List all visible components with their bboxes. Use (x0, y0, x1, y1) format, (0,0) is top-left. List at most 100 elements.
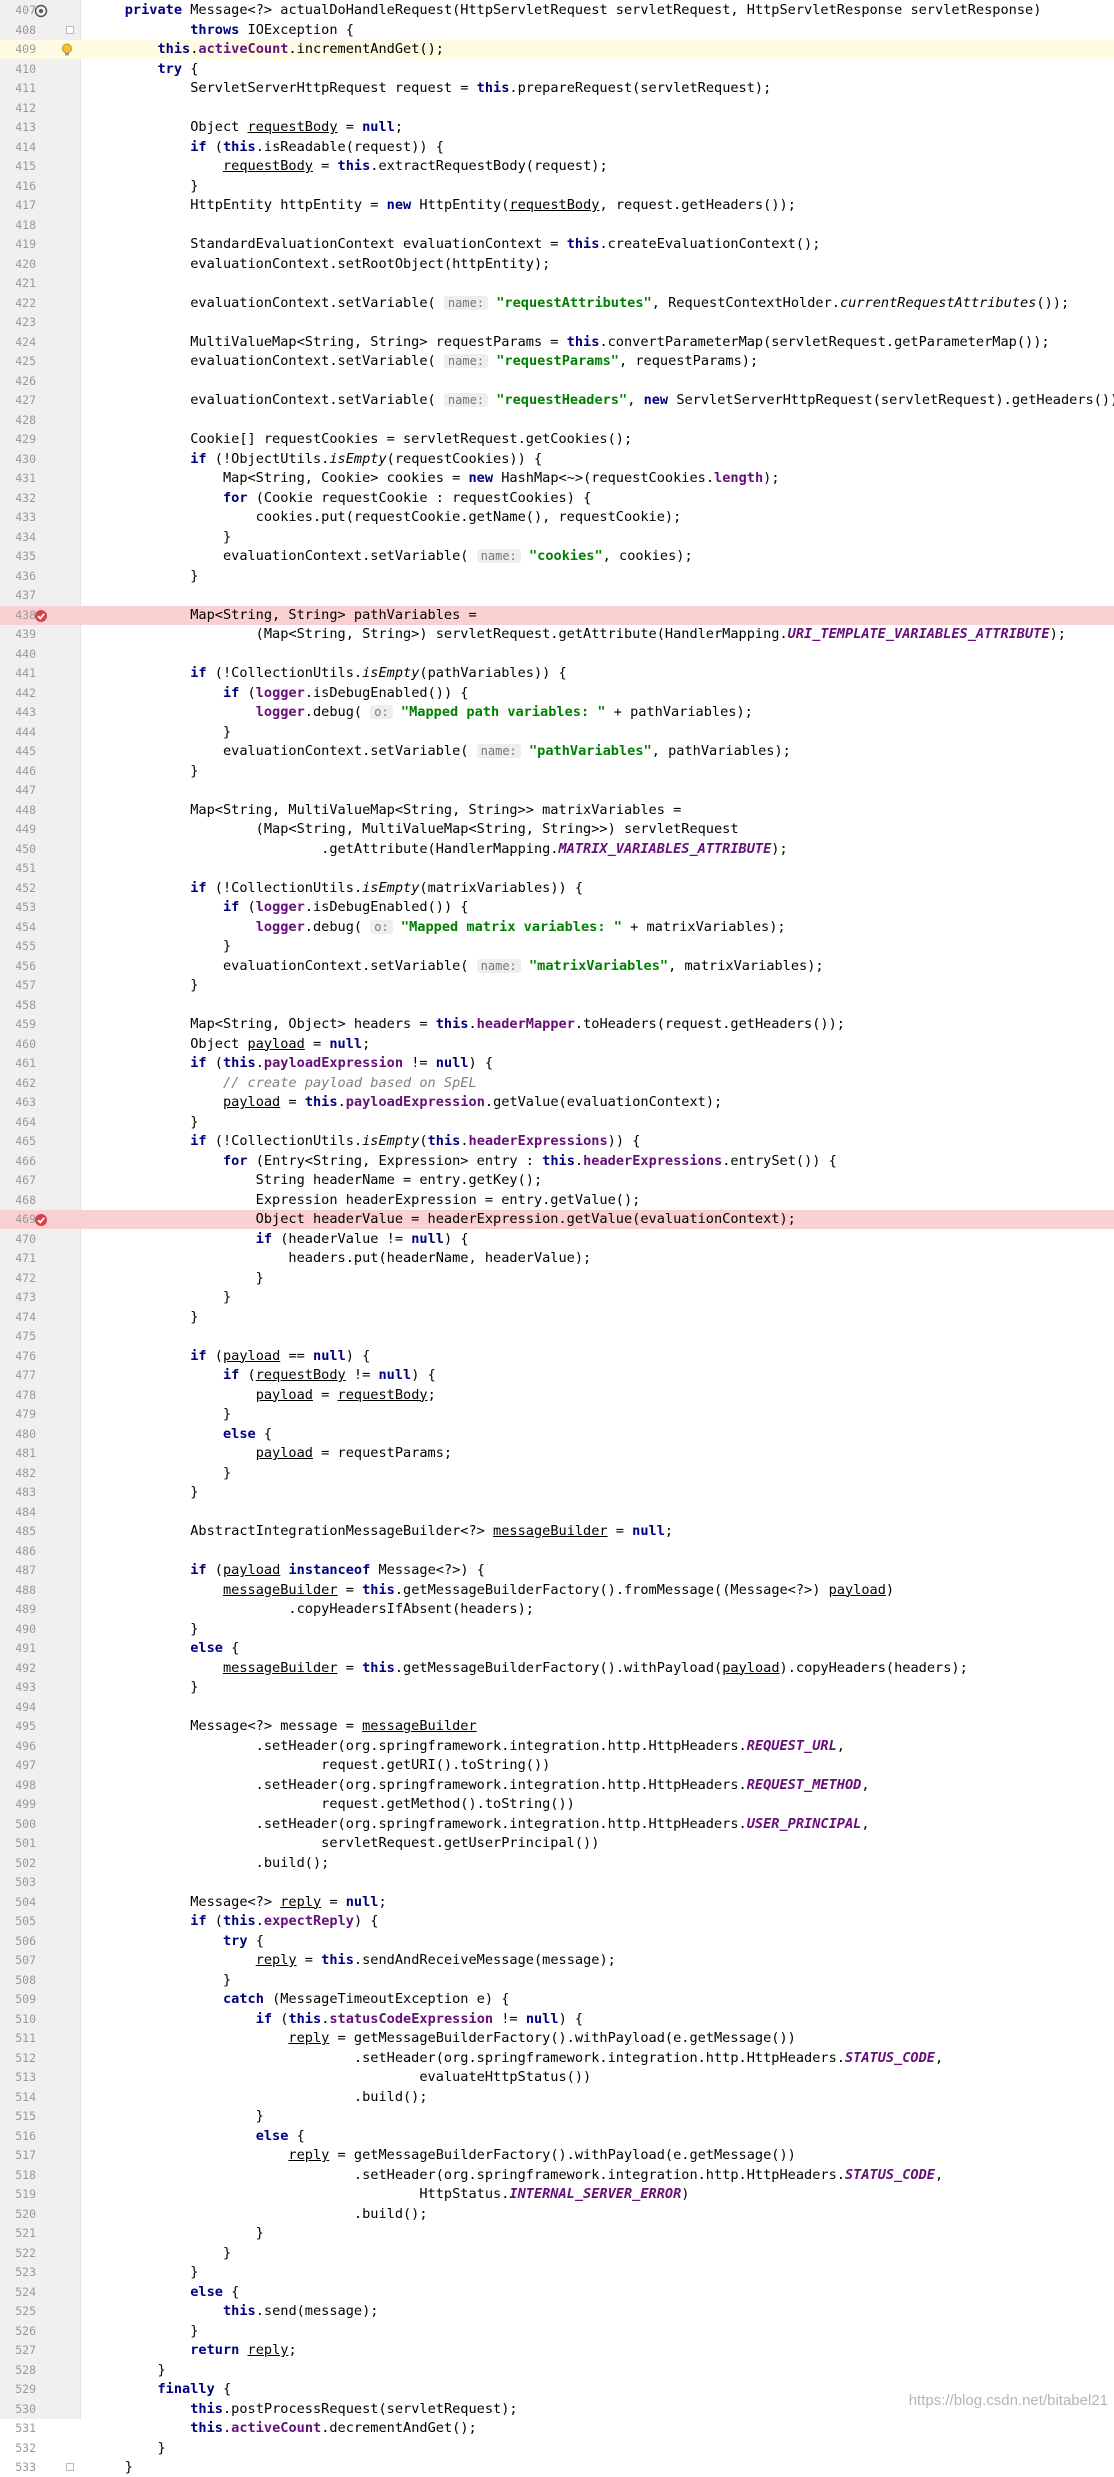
code-text[interactable]: Map<String, Cookie> cookies = new HashMa… (92, 469, 780, 488)
gutter-marker[interactable] (40, 1308, 78, 1327)
code-text[interactable]: try { (92, 1932, 264, 1951)
code-text[interactable]: .setHeader(org.springframework.integrati… (92, 1776, 870, 1795)
gutter-marker[interactable] (40, 255, 78, 274)
code-text[interactable]: evaluateHttpStatus()) (92, 2068, 591, 2087)
gutter-marker[interactable] (40, 1522, 78, 1541)
code-line[interactable]: 511 reply = getMessageBuilderFactory().w… (0, 2029, 1114, 2048)
gutter-marker[interactable] (40, 1288, 78, 1307)
intention-bulb-icon[interactable] (60, 43, 74, 57)
gutter-marker[interactable] (40, 60, 78, 79)
code-text[interactable]: Map<String, Object> headers = this.heade… (92, 1015, 845, 1034)
code-text[interactable]: } (92, 1288, 231, 1307)
code-line[interactable]: 415 requestBody = this.extractRequestBod… (0, 157, 1114, 176)
code-line[interactable]: 483 } (0, 1483, 1114, 1502)
gutter-marker[interactable] (40, 2283, 78, 2302)
gutter-marker[interactable] (40, 723, 78, 742)
code-text[interactable]: Message<?> message = messageBuilder (92, 1717, 476, 1736)
gutter-marker[interactable] (40, 703, 78, 722)
code-text[interactable]: if (!CollectionUtils.isEmpty(matrixVaria… (92, 879, 583, 898)
code-text[interactable]: servletRequest.getUserPrincipal()) (92, 1834, 599, 1853)
gutter-marker[interactable] (40, 1035, 78, 1054)
code-line[interactable]: 515 } (0, 2107, 1114, 2126)
code-text[interactable]: logger.debug( o: "Mapped matrix variable… (92, 918, 786, 937)
gutter-marker[interactable] (40, 1678, 78, 1697)
code-text[interactable]: if (this.payloadExpression != null) { (92, 1054, 493, 1073)
code-text[interactable]: // create payload based on SpEL (92, 1074, 477, 1093)
gutter-marker[interactable] (40, 762, 78, 781)
code-line[interactable]: 500 .setHeader(org.springframework.integ… (0, 1815, 1114, 1834)
code-text[interactable]: payload = this.payloadExpression.getValu… (92, 1093, 722, 1112)
gutter-marker[interactable] (40, 1269, 78, 1288)
gutter-marker[interactable] (40, 391, 78, 410)
gutter-marker[interactable] (40, 99, 78, 118)
code-text[interactable]: evaluationContext.setVariable( name: "re… (92, 352, 758, 371)
gutter-marker[interactable] (40, 2380, 78, 2399)
code-text[interactable]: private Message<?> actualDoHandleRequest… (92, 1, 1042, 20)
gutter-marker[interactable] (40, 1230, 78, 1249)
code-line[interactable]: 470 if (headerValue != null) { (0, 1230, 1114, 1249)
gutter-marker[interactable] (40, 1717, 78, 1736)
code-line[interactable]: 491 else { (0, 1639, 1114, 1658)
code-text[interactable]: } (92, 1483, 198, 1502)
gutter-marker[interactable] (40, 1074, 78, 1093)
gutter-marker[interactable] (40, 528, 78, 547)
code-text[interactable]: Object headerValue = headerExpression.ge… (92, 1210, 796, 1229)
gutter-marker[interactable] (40, 2107, 78, 2126)
gutter-marker[interactable] (40, 1912, 78, 1931)
code-text[interactable]: } (92, 1405, 231, 1424)
code-text[interactable]: for (Entry<String, Expression> entry : t… (92, 1152, 837, 1171)
gutter-marker[interactable] (40, 2419, 78, 2438)
code-line[interactable]: 407 private Message<?> actualDoHandleReq… (0, 1, 1114, 20)
code-line[interactable]: 509 catch (MessageTimeoutException e) { (0, 1990, 1114, 2009)
code-text[interactable]: Expression headerExpression = entry.getV… (92, 1191, 641, 1210)
code-text[interactable]: } (92, 528, 231, 547)
code-line[interactable]: 421 (0, 274, 1114, 293)
code-text[interactable]: if (!CollectionUtils.isEmpty(pathVariabl… (92, 664, 567, 683)
code-line[interactable]: 442 if (logger.isDebugEnabled()) { (0, 684, 1114, 703)
gutter-marker[interactable] (40, 2010, 78, 2029)
gutter-marker[interactable] (40, 879, 78, 898)
gutter-marker[interactable] (34, 1, 78, 20)
code-line[interactable]: 486 (0, 1542, 1114, 1561)
code-line[interactable]: 461 if (this.payloadExpression != null) … (0, 1054, 1114, 1073)
gutter-marker[interactable] (40, 2322, 78, 2341)
code-line[interactable]: 408 throws IOException { (0, 21, 1114, 40)
code-text[interactable]: .setHeader(org.springframework.integrati… (92, 1737, 845, 1756)
code-line[interactable]: 460 Object payload = null; (0, 1035, 1114, 1054)
code-line[interactable]: 430 if (!ObjectUtils.isEmpty(requestCook… (0, 450, 1114, 469)
gutter-marker[interactable] (40, 274, 78, 293)
code-line[interactable]: 468 Expression headerExpression = entry.… (0, 1191, 1114, 1210)
code-line[interactable]: 444 } (0, 723, 1114, 742)
gutter-marker[interactable] (40, 352, 78, 371)
code-line[interactable]: 524 else { (0, 2283, 1114, 2302)
code-line[interactable]: 435 evaluationContext.setVariable( name:… (0, 547, 1114, 566)
code-line[interactable]: 424 MultiValueMap<String, String> reques… (0, 333, 1114, 352)
code-text[interactable]: if (headerValue != null) { (92, 1230, 469, 1249)
gutter-marker[interactable] (40, 1795, 78, 1814)
code-text[interactable]: if (!ObjectUtils.isEmpty(requestCookies)… (92, 450, 542, 469)
code-line[interactable]: 450 .getAttribute(HandlerMapping.MATRIX_… (0, 840, 1114, 859)
code-text[interactable]: this.activeCount.decrementAndGet(); (92, 2419, 476, 2438)
gutter-marker[interactable] (40, 118, 78, 137)
gutter-marker[interactable] (40, 820, 78, 839)
gutter-marker[interactable] (40, 1659, 78, 1678)
code-line[interactable]: 437 (0, 586, 1114, 605)
code-line[interactable]: 517 reply = getMessageBuilderFactory().w… (0, 2146, 1114, 2165)
code-text[interactable]: .setHeader(org.springframework.integrati… (92, 2049, 943, 2068)
code-line[interactable]: 469 Object headerValue = headerExpressio… (0, 1210, 1114, 1229)
code-text[interactable]: request.getURI().toString()) (92, 1756, 550, 1775)
gutter-marker[interactable] (40, 2049, 78, 2068)
code-text[interactable]: evaluationContext.setRootObject(httpEnti… (92, 255, 550, 274)
code-text[interactable]: .build(); (92, 1854, 330, 1873)
code-text[interactable]: (Map<String, String>) servletRequest.get… (92, 625, 1066, 644)
gutter-marker[interactable] (40, 1581, 78, 1600)
code-text[interactable]: String headerName = entry.getKey(); (92, 1171, 542, 1190)
code-line[interactable]: 462 // create payload based on SpEL (0, 1074, 1114, 1093)
code-text[interactable]: evaluationContext.setVariable( name: "ma… (92, 957, 824, 976)
gutter-marker[interactable] (40, 2224, 78, 2243)
gutter-marker[interactable] (40, 898, 78, 917)
code-line[interactable]: 513 evaluateHttpStatus()) (0, 2068, 1114, 2087)
code-text[interactable]: else { (92, 2127, 305, 2146)
code-text[interactable]: } (92, 1678, 198, 1697)
code-text[interactable]: catch (MessageTimeoutException e) { (92, 1990, 509, 2009)
